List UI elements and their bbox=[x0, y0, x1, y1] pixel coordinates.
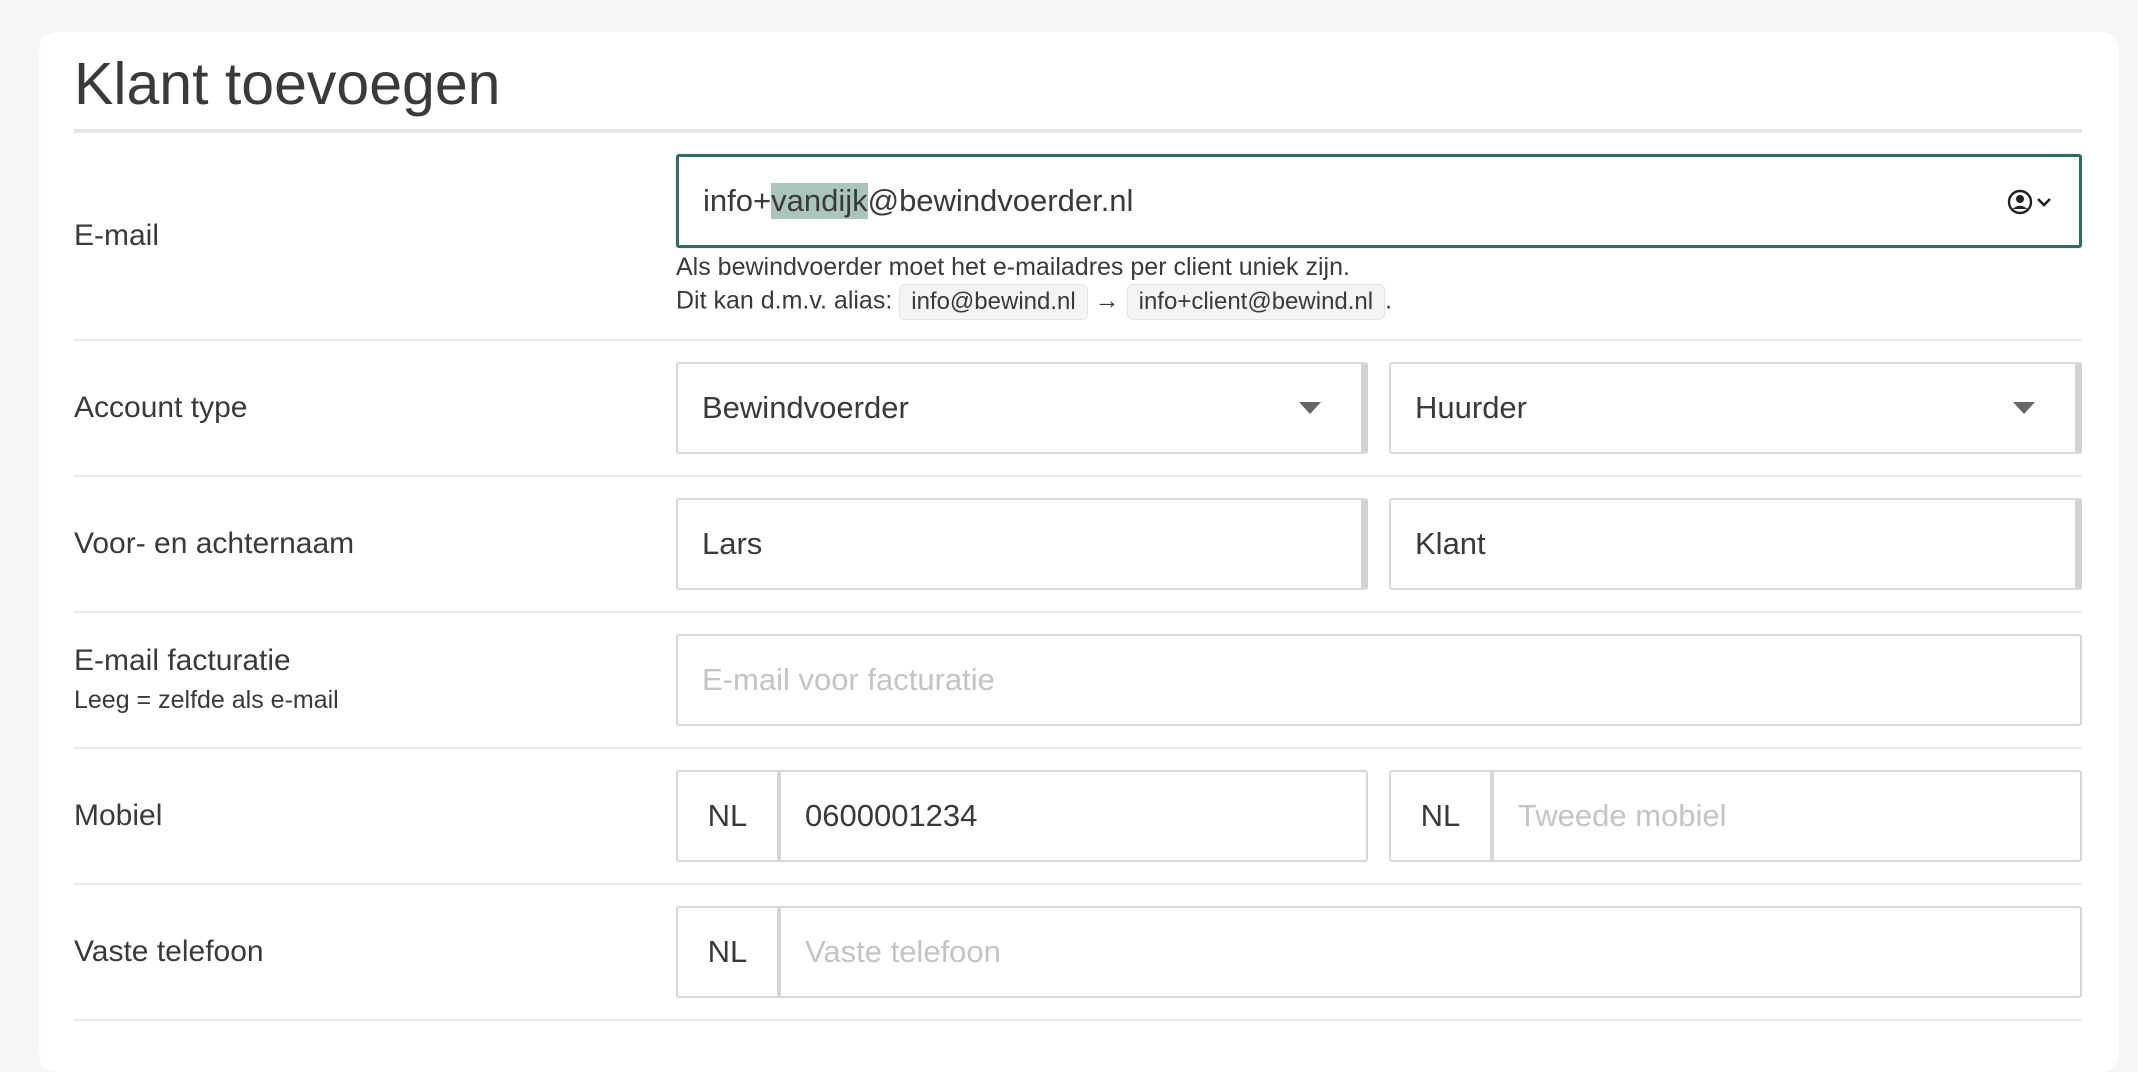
row-divider bbox=[74, 883, 2082, 885]
row-divider bbox=[74, 1019, 2082, 1021]
account-type-select-2-value: Huurder bbox=[1415, 390, 1527, 425]
last-name-input[interactable]: Klant bbox=[1389, 498, 2082, 590]
email-help-line2: Dit kan d.m.v. alias: info@bewind.nl → i… bbox=[676, 284, 1392, 320]
account-type-select-1[interactable]: Bewindvoerder bbox=[676, 362, 1368, 454]
mobile-input-2[interactable]: Tweede mobiel bbox=[1494, 770, 2082, 862]
mobile-input-1[interactable]: 0600001234 bbox=[781, 770, 1368, 862]
arrow-icon: → bbox=[1094, 286, 1120, 315]
email-input[interactable]: info+ vandijk @bewindvoerder.nl bbox=[676, 154, 2082, 248]
email-help-suffix: . bbox=[1385, 286, 1393, 315]
alias-to-code: info+client@bewind.nl bbox=[1126, 284, 1386, 320]
landline-input[interactable]: Vaste telefoon bbox=[781, 906, 2082, 998]
name-label: Voor- en achternaam bbox=[74, 527, 355, 560]
account-type-select-1-value: Bewindvoerder bbox=[702, 390, 909, 425]
email-help-prefix: Dit kan d.m.v. alias: bbox=[676, 286, 893, 315]
landline-label: Vaste telefoon bbox=[74, 935, 264, 968]
landline-placeholder: Vaste telefoon bbox=[805, 934, 1001, 969]
account-type-select-2[interactable]: Huurder bbox=[1389, 362, 2082, 454]
first-name-input[interactable]: Lars bbox=[676, 498, 1368, 590]
email-value-prefix: info+ bbox=[703, 183, 772, 218]
row-divider bbox=[74, 747, 2082, 749]
caret-down-icon bbox=[1299, 402, 1321, 414]
row-divider bbox=[74, 475, 2082, 477]
mobile-country-select-2[interactable]: NL bbox=[1389, 770, 1494, 862]
email-help-line1: Als bewindvoerder moet het e-mailadres p… bbox=[676, 253, 1350, 281]
row-divider bbox=[74, 611, 2082, 613]
mobile-placeholder-2: Tweede mobiel bbox=[1518, 798, 1727, 833]
account-circle-icon[interactable] bbox=[2007, 189, 2053, 215]
first-name-value: Lars bbox=[702, 526, 763, 561]
landline-country-select[interactable]: NL bbox=[676, 906, 781, 998]
email-label: E-mail bbox=[74, 219, 160, 252]
email-value-selected: vandijk bbox=[771, 183, 868, 219]
chevron-down-icon bbox=[2037, 198, 2051, 207]
billing-email-sublabel: Leeg = zelfde als e-mail bbox=[74, 686, 339, 714]
alias-from-code: info@bewind.nl bbox=[899, 284, 1088, 320]
title-divider bbox=[74, 129, 2082, 133]
caret-down-icon bbox=[2013, 402, 2035, 414]
billing-email-placeholder: E-mail voor facturatie bbox=[702, 662, 995, 697]
mobile-label: Mobiel bbox=[74, 799, 163, 832]
account-type-label: Account type bbox=[74, 391, 248, 424]
row-divider bbox=[74, 339, 2082, 341]
billing-email-label: E-mail facturatie bbox=[74, 644, 291, 677]
billing-email-input[interactable]: E-mail voor facturatie bbox=[676, 634, 2082, 726]
page-title: Klant toevoegen bbox=[74, 51, 501, 117]
mobile-value-1: 0600001234 bbox=[805, 798, 978, 833]
last-name-value: Klant bbox=[1415, 526, 1486, 561]
mobile-country-select-1[interactable]: NL bbox=[676, 770, 781, 862]
email-value-suffix: @bewindvoerder.nl bbox=[867, 183, 1134, 218]
